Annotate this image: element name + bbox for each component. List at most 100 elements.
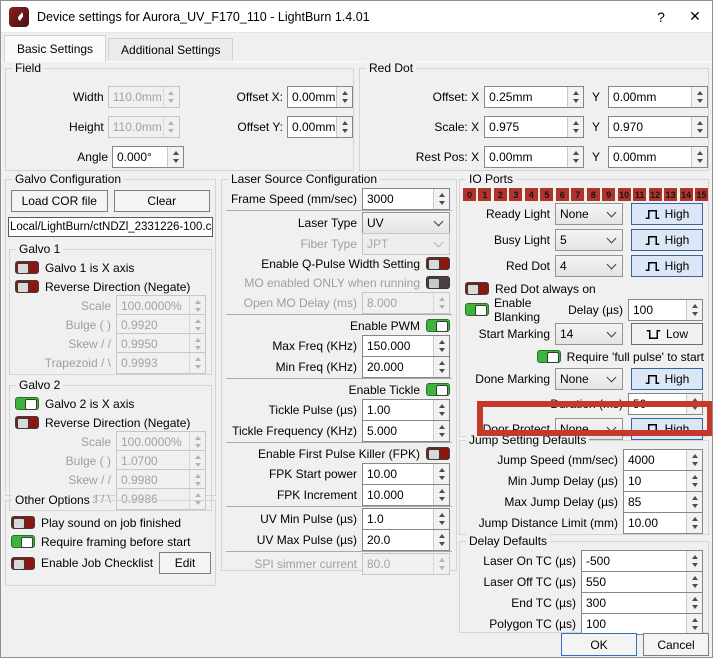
- spinner-arrows-icon[interactable]: [433, 188, 449, 209]
- spinner-arrows-icon[interactable]: [691, 87, 707, 107]
- tickle-frequency-spinbox[interactable]: 5.000: [362, 419, 450, 442]
- spinner-arrows-icon[interactable]: [433, 529, 449, 550]
- red-dot-scale-y-spinbox[interactable]: 0.970: [608, 116, 708, 138]
- spinner-arrows-icon[interactable]: [567, 117, 584, 137]
- offset-x-spinbox[interactable]: 0.00mm: [287, 86, 353, 108]
- uv-min-pulse-spinbox[interactable]: 1.0: [362, 507, 450, 530]
- cor-path-field[interactable]: Local/LightBurn/ctNDZl_2331226-100.cor: [8, 217, 213, 237]
- spinner-arrows-icon[interactable]: [433, 356, 449, 377]
- height-spinbox[interactable]: 110.0mm: [107, 116, 180, 138]
- red-dot-rest-y-spinbox[interactable]: 0.00mm: [608, 146, 708, 168]
- spinner-arrows-icon[interactable]: [189, 295, 205, 316]
- ok-button[interactable]: OK: [561, 633, 637, 656]
- red-dot-offset-x-spinbox[interactable]: 0.25mm: [484, 86, 585, 108]
- door-protect-high-button[interactable]: High: [631, 417, 703, 440]
- busy-light-high-button[interactable]: High: [631, 229, 703, 251]
- end-tc-spinbox[interactable]: 300: [581, 591, 703, 614]
- spinner-arrows-icon[interactable]: [336, 117, 352, 137]
- spinner-arrows-icon[interactable]: [167, 147, 183, 167]
- spinner-arrows-icon[interactable]: [336, 87, 352, 107]
- start-marking-low-button[interactable]: Low: [631, 323, 703, 345]
- spinner-arrows-icon[interactable]: [433, 420, 449, 441]
- spinner-arrows-icon[interactable]: [189, 333, 205, 354]
- mo-delay-spinbox[interactable]: 8.000: [362, 291, 450, 314]
- tickle-pulse-spinbox[interactable]: 1.00: [362, 398, 450, 421]
- enable-pwm-toggle[interactable]: [426, 319, 450, 332]
- busy-light-dropdown[interactable]: 5: [555, 229, 623, 251]
- galvo1-reverse-toggle[interactable]: [15, 280, 39, 293]
- spinner-arrows-icon[interactable]: [162, 117, 179, 137]
- frame-speed-spinbox[interactable]: 3000: [362, 187, 450, 210]
- spinner-arrows-icon[interactable]: [567, 87, 584, 107]
- red-dot-port-dropdown[interactable]: 4: [555, 255, 623, 277]
- laser-on-tc-spinbox[interactable]: -500: [581, 549, 703, 572]
- max-jump-delay-spinbox[interactable]: 85: [623, 490, 703, 513]
- spinner-arrows-icon[interactable]: [189, 314, 205, 335]
- galvo1-x-axis-toggle[interactable]: [15, 261, 39, 274]
- laser-off-tc-spinbox[interactable]: 550: [581, 570, 703, 593]
- spinner-arrows-icon[interactable]: [433, 508, 449, 529]
- spinner-arrows-icon[interactable]: [433, 484, 449, 505]
- red-dot-scale-x-spinbox[interactable]: 0.975: [484, 116, 585, 138]
- fiber-type-dropdown[interactable]: JPT: [362, 232, 450, 255]
- cancel-button[interactable]: Cancel: [643, 633, 709, 656]
- spinner-arrows-icon[interactable]: [686, 571, 702, 592]
- enable-blanking-toggle[interactable]: [465, 303, 489, 316]
- start-marking-dropdown[interactable]: 14: [555, 323, 623, 345]
- jump-speed-spinbox[interactable]: 4000: [623, 448, 703, 471]
- spinner-arrows-icon[interactable]: [189, 450, 205, 471]
- red-dot-rest-x-spinbox[interactable]: 0.00mm: [484, 146, 585, 168]
- duration-spinbox[interactable]: 50: [628, 392, 703, 415]
- red-dot-offset-y-spinbox[interactable]: 0.00mm: [608, 86, 708, 108]
- spinner-arrows-icon[interactable]: [433, 399, 449, 420]
- fpk-start-spinbox[interactable]: 10.00: [362, 462, 450, 485]
- jump-distance-limit-spinbox[interactable]: 10.00: [623, 511, 703, 534]
- galvo2-x-axis-toggle[interactable]: [15, 397, 39, 410]
- min-jump-delay-spinbox[interactable]: 10: [623, 469, 703, 492]
- spinner-arrows-icon[interactable]: [686, 299, 702, 320]
- galvo1-trapezoid-spinbox[interactable]: 0.9993: [116, 351, 206, 374]
- close-icon[interactable]: ✕: [678, 1, 712, 33]
- done-marking-dropdown[interactable]: None: [555, 368, 623, 390]
- fpk-toggle[interactable]: [426, 447, 450, 460]
- angle-spinbox[interactable]: 0.000°: [112, 146, 184, 168]
- spinner-arrows-icon[interactable]: [433, 553, 449, 574]
- tab-additional-settings[interactable]: Additional Settings: [108, 38, 234, 61]
- require-framing-toggle[interactable]: [11, 535, 35, 548]
- spinner-arrows-icon[interactable]: [686, 512, 702, 533]
- load-cor-file-button[interactable]: Load COR file: [11, 190, 108, 212]
- tab-basic-settings[interactable]: Basic Settings: [4, 35, 107, 62]
- spinner-arrows-icon[interactable]: [189, 469, 205, 490]
- spinner-arrows-icon[interactable]: [567, 147, 584, 167]
- polygon-tc-spinbox[interactable]: 100: [581, 612, 703, 635]
- require-full-pulse-toggle[interactable]: [536, 350, 561, 363]
- red-dot-always-on-toggle[interactable]: [465, 282, 489, 295]
- ready-light-high-button[interactable]: High: [631, 203, 703, 225]
- spinner-arrows-icon[interactable]: [686, 491, 702, 512]
- laser-type-dropdown[interactable]: UV: [362, 211, 450, 234]
- mo-enabled-toggle[interactable]: [426, 276, 450, 289]
- spinner-arrows-icon[interactable]: [686, 592, 702, 613]
- spinner-arrows-icon[interactable]: [189, 352, 205, 373]
- width-spinbox[interactable]: 110.0mm: [107, 86, 180, 108]
- spinner-arrows-icon[interactable]: [686, 393, 702, 414]
- job-checklist-toggle[interactable]: [11, 556, 35, 570]
- spi-simmer-spinbox[interactable]: 80.0: [362, 552, 450, 575]
- spinner-arrows-icon[interactable]: [162, 87, 179, 107]
- spinner-arrows-icon[interactable]: [686, 470, 702, 491]
- max-freq-spinbox[interactable]: 150.000: [362, 334, 450, 357]
- edit-checklist-button[interactable]: Edit: [159, 552, 211, 574]
- spinner-arrows-icon[interactable]: [686, 449, 702, 470]
- offset-y-spinbox[interactable]: 0.00mm: [287, 116, 353, 138]
- enable-tickle-toggle[interactable]: [426, 383, 450, 396]
- red-dot-high-button[interactable]: High: [631, 255, 703, 277]
- spinner-arrows-icon[interactable]: [433, 463, 449, 484]
- qpulse-toggle[interactable]: [426, 257, 450, 270]
- done-marking-high-button[interactable]: High: [631, 368, 703, 390]
- spinner-arrows-icon[interactable]: [433, 335, 449, 356]
- spinner-arrows-icon[interactable]: [686, 613, 702, 634]
- spinner-arrows-icon[interactable]: [691, 147, 707, 167]
- spinner-arrows-icon[interactable]: [691, 117, 707, 137]
- spinner-arrows-icon[interactable]: [433, 292, 449, 313]
- spinner-arrows-icon[interactable]: [189, 431, 205, 452]
